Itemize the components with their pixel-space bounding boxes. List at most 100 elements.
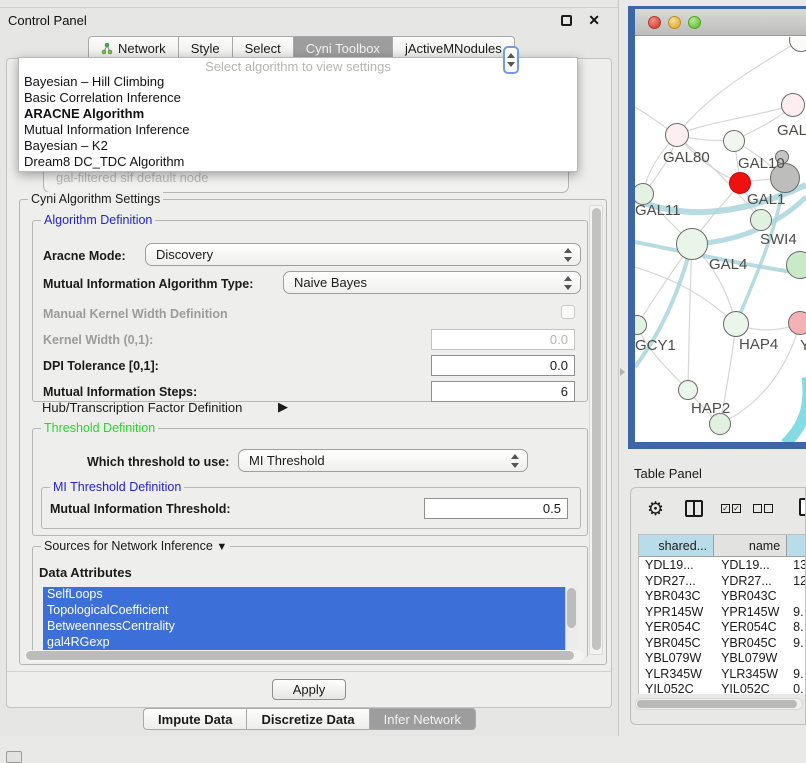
tab-select[interactable]: Select [232,36,293,58]
settings-horizontal-scrollbar[interactable] [24,650,584,662]
unchecked-box-icon [753,504,762,513]
list-item[interactable]: TopologicalCoefficient [43,603,577,619]
mi-algorithm-type-select[interactable]: Naive Bayes [283,271,581,294]
settings-vertical-scrollbar[interactable] [589,205,603,655]
list-item[interactable]: gal4RGexp [43,635,577,651]
scrollbar-thumb[interactable] [567,588,576,628]
dpi-tolerance-field[interactable]: 0.0 [431,355,575,376]
menu-item[interactable]: Bayesian – Hill Climbing [19,74,577,90]
table-row[interactable]: YIL052C YIL052C 0. [639,681,806,694]
collapse-down-icon[interactable]: ▼ [216,541,227,553]
tab-jactivemnodules[interactable]: jActiveMNodules [392,36,515,58]
network-node[interactable] [750,209,772,231]
combo-spinner-button[interactable] [503,46,519,74]
list-item[interactable]: BetweennessCentrality [43,619,577,635]
network-canvas[interactable]: GAL GAL80 GAL10 GAL1 GAL11 SWI4 GAL4 GCY… [635,37,806,442]
dpi-tolerance-label: DPI Tolerance [0,1]: [43,359,159,373]
mi-type-label: Mutual Information Algorithm Type: [43,277,253,291]
table-row[interactable]: YER054C YER054C 8. [639,619,806,635]
table-row[interactable]: YLR345W YLR345W 9. [639,666,806,682]
table-row[interactable]: YDL19... YDL19... 13 [639,557,806,573]
minimized-panel-icon[interactable] [6,751,22,763]
network-node[interactable] [723,130,745,152]
apply-button[interactable]: Apply [272,679,346,700]
threshold-definition-title: Threshold Definition [41,421,158,435]
close-traffic-light-icon[interactable] [648,16,661,29]
gear-icon[interactable]: ⚙ [647,498,664,521]
mi-threshold-field[interactable]: 0.5 [424,498,568,519]
mi-steps-field[interactable]: 6 [431,381,575,402]
close-icon[interactable]: ✕ [588,12,600,29]
aracne-mode-select[interactable]: Discovery [145,243,581,266]
cell: YBR043C [715,588,787,604]
tab-cyni-toolbox[interactable]: Cyni Toolbox [293,36,392,58]
select-all-checkboxes-icon[interactable]: ✓ ✓ [721,504,741,513]
network-node[interactable] [665,123,689,147]
node-label: GCY1 [635,337,676,354]
network-window-titlebar[interactable] [635,9,806,36]
sources-group-title: Sources for Network Inference ▼ [41,539,230,553]
node-label: GAL1 [747,191,785,208]
scrollbar-thumb[interactable] [637,700,797,708]
cell: 8. [787,619,806,635]
which-threshold-select[interactable]: MI Threshold [238,449,528,472]
cell [787,588,806,604]
cell: YDL19... [715,557,787,573]
table-row[interactable]: YBR045C YBR045C 9. [639,635,806,651]
cell: YPR145W [639,604,715,620]
expand-right-icon[interactable]: ▶ [278,399,288,415]
scrollbar-thumb[interactable] [592,208,601,650]
tab-style[interactable]: Style [178,36,232,58]
network-node[interactable] [678,380,698,400]
aracne-mode-label: Aracne Mode: [43,249,126,263]
minimize-traffic-light-icon[interactable] [668,16,681,29]
tab-label: Network [118,41,166,56]
data-attributes-list[interactable]: SelfLoops TopologicalCoefficient Between… [43,587,577,655]
network-node[interactable] [788,311,806,335]
table-row[interactable]: YBR043C YBR043C [639,588,806,604]
deselect-all-checkboxes-icon[interactable] [753,504,773,513]
mi-type-value: Naive Bayes [294,275,367,290]
network-node[interactable] [723,311,749,337]
table-row[interactable]: YDR27... YDR27... 12 [639,573,806,589]
menu-item[interactable]: Mutual Information Inference [19,122,577,138]
mi-steps-label: Mutual Information Steps: [43,385,197,399]
column-header[interactable]: name [714,535,787,556]
table-row[interactable]: YBL079W YBL079W [639,650,806,666]
network-node[interactable] [781,93,805,117]
table-row[interactable]: YPR145W YPR145W 9. [639,604,806,620]
menu-item[interactable]: Dream8 DC_TDC Algorithm [19,154,577,170]
data-attributes-label: Data Attributes [39,565,132,580]
tab-impute-data[interactable]: Impute Data [143,708,246,730]
menu-item-selected[interactable]: ARACNE Algorithm [19,106,577,122]
node-attribute-table[interactable]: shared... name YDL19... YDL19... 13 YDR2… [638,534,806,694]
node-label: GAL80 [663,149,710,166]
network-node[interactable] [676,228,708,260]
float-window-icon[interactable] [561,15,572,26]
tab-discretize-data[interactable]: Discretize Data [246,708,368,730]
tab-infer-network[interactable]: Infer Network [369,708,476,730]
table-horizontal-scrollbar[interactable] [635,698,803,710]
threshold-definition-group: Threshold Definition Which threshold to … [32,428,588,536]
splitpane-handle-icon[interactable] [620,368,625,376]
cyni-bottom-tabs: Impute Data Discretize Data Infer Networ… [0,708,619,731]
kernel-width-field[interactable]: 0.0 [431,329,575,350]
column-header[interactable] [787,535,806,556]
algorithm-definition-title: Algorithm Definition [41,213,155,227]
scrollbar-thumb[interactable] [26,651,574,660]
manual-kernel-checkbox[interactable] [561,305,575,319]
list-scrollbar[interactable] [565,587,577,655]
zoom-traffic-light-icon[interactable] [688,16,701,29]
network-node[interactable] [786,251,806,279]
columns-icon[interactable] [685,500,703,517]
table-panel: ⚙ ✓ ✓ shared... name YDL19... YDL19... 1… [630,487,806,725]
network-icon [101,43,113,55]
kernel-width-value: 0.0 [550,332,568,347]
menu-item[interactable]: Bayesian – K2 [19,138,577,154]
column-header[interactable]: shared... [639,535,714,556]
cyni-algorithm-settings-group: Cyni Algorithm Settings Algorithm Defini… [19,199,607,665]
menu-item[interactable]: Basic Correlation Inference [19,90,577,106]
list-item[interactable]: SelfLoops [43,587,577,603]
tab-network[interactable]: Network [88,36,178,58]
table-file-icon[interactable] [799,498,806,516]
